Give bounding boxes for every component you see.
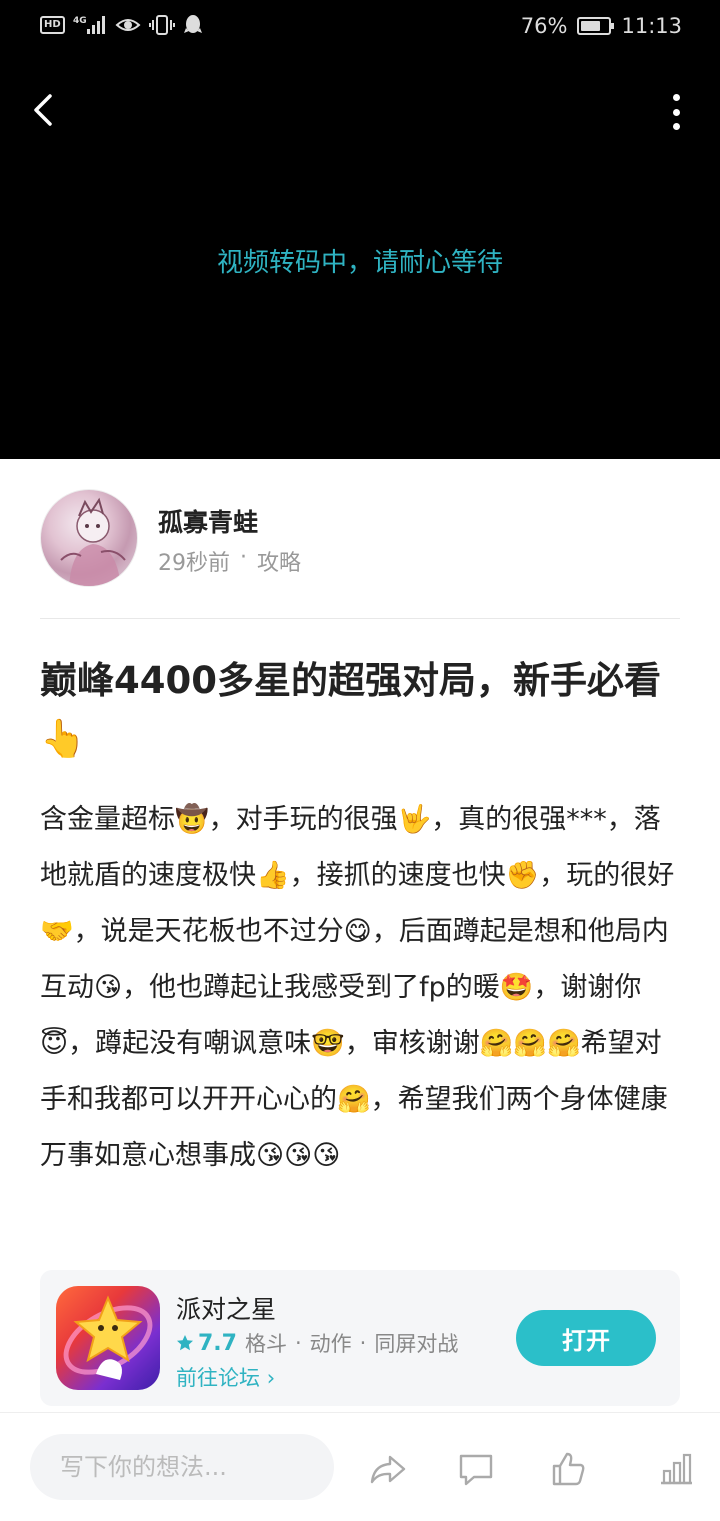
eye-icon [115, 15, 141, 35]
more-dot-icon [672, 108, 680, 116]
game-card[interactable]: 派对之星 7.7 格斗 · 动作 · 同屏对战 前往论坛 › 打开 [40, 1270, 680, 1406]
game-rating: 7.7 [176, 1331, 237, 1356]
star-icon [63, 1295, 153, 1380]
forum-link-label: 前往论坛 [176, 1366, 260, 1390]
tag-separator: · [359, 1331, 367, 1355]
author-name[interactable]: 孤寡青蛙 [158, 503, 258, 539]
game-icon [56, 1286, 160, 1390]
game-name: 派对之星 [176, 1295, 277, 1324]
comment-icon [459, 1454, 493, 1486]
status-right: 76% 11:13 [521, 14, 682, 38]
game-tag: 格斗 [244, 1332, 287, 1356]
svg-text:4G: 4G [73, 16, 87, 26]
avatar[interactable] [40, 489, 138, 587]
battery-icon [577, 17, 615, 35]
post-title: 巅峰4400多星的超强对局，新手必看👆 [40, 659, 661, 760]
game-tag: 动作 [309, 1332, 352, 1356]
rating-star-icon [177, 1335, 193, 1351]
like-button[interactable] [548, 1449, 588, 1489]
video-player[interactable]: 视频转码中，请耐心等待 [0, 56, 720, 459]
back-button[interactable] [24, 88, 68, 132]
qq-icon [183, 14, 203, 36]
status-icons: HD 4G [40, 14, 203, 36]
4g-signal-icon: 4G [73, 14, 107, 36]
more-dot-icon [672, 123, 680, 130]
bar-chart-icon [661, 1453, 692, 1485]
avatar-illustration [60, 497, 126, 586]
rating-value: 7.7 [198, 1330, 237, 1356]
video-transcoding-message: 视频转码中，请耐心等待 [216, 248, 503, 278]
divider [40, 618, 680, 619]
clock: 11:13 [621, 14, 682, 38]
post-meta: 29秒前 · 攻略 [158, 545, 301, 577]
battery-percent: 76% [520, 14, 568, 38]
thumbs-up-icon [552, 1452, 585, 1486]
post-time: 29秒前 [158, 551, 230, 576]
vibrate-icon [148, 14, 175, 36]
share-button[interactable] [368, 1449, 408, 1489]
stats-button[interactable] [656, 1449, 696, 1489]
open-game-button[interactable]: 打开 [516, 1310, 656, 1366]
hd-icon: HD [40, 16, 65, 34]
meta-separator: · [240, 545, 247, 570]
game-meta: 7.7 格斗 · 动作 · 同屏对战 [176, 1328, 458, 1358]
post-category: 攻略 [257, 551, 302, 576]
tag-separator: · [294, 1331, 302, 1355]
forum-link[interactable]: 前往论坛 › [176, 1362, 275, 1392]
back-arrow-icon [34, 94, 52, 126]
game-tag: 同屏对战 [374, 1332, 459, 1356]
status-bar: HD 4G 76% 11:13 [0, 0, 720, 56]
comment-button[interactable] [456, 1449, 496, 1489]
comment-input[interactable] [30, 1434, 334, 1500]
bottom-action-bar [0, 1412, 720, 1521]
author-row[interactable]: 孤寡青蛙 29秒前 · 攻略 [40, 489, 680, 589]
share-icon [370, 1455, 406, 1484]
more-options-button[interactable] [664, 94, 688, 130]
chevron-right-icon: › [266, 1366, 276, 1390]
post-body: 含金量超标🤠，对手玩的很强🤟，真的很强***，落地就盾的速度极快👍，接抓的速度也… [40, 804, 675, 1171]
more-dot-icon [672, 94, 680, 101]
